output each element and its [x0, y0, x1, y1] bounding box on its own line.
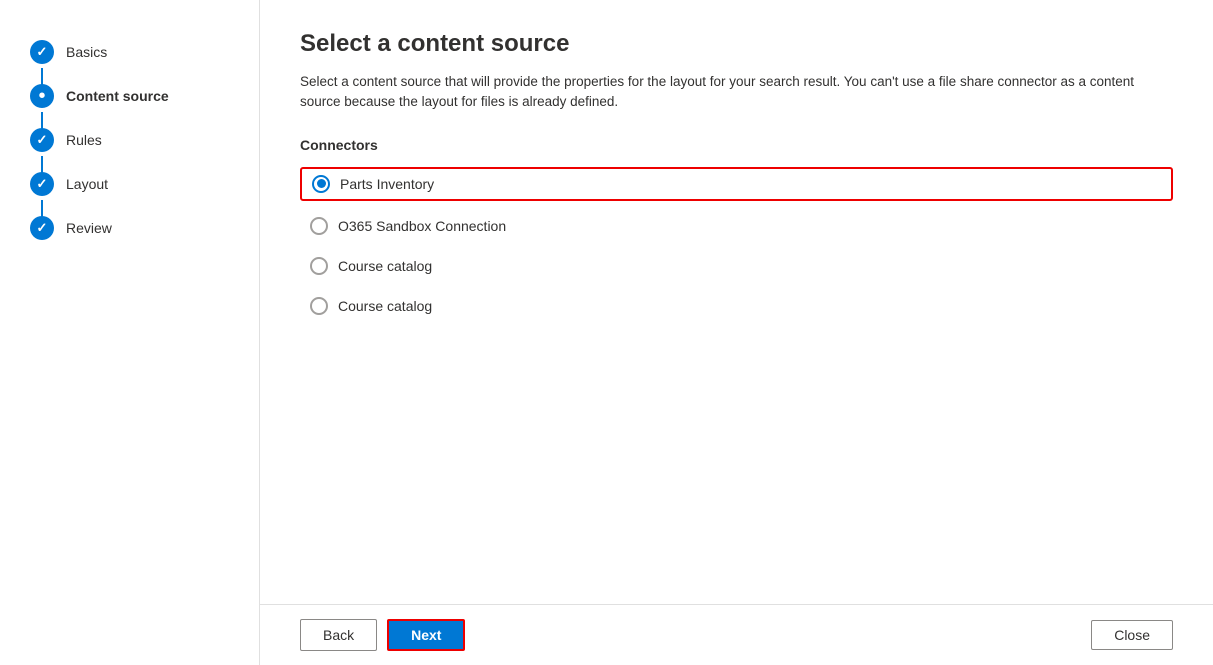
close-button[interactable]: Close — [1091, 620, 1173, 650]
sidebar-step-content-source[interactable]: • Content source — [30, 74, 259, 118]
step-icon-rules: ✓ — [30, 128, 54, 152]
step-icon-layout: ✓ — [30, 172, 54, 196]
footer: Back Next Close — [260, 604, 1213, 665]
connectors-list: Parts Inventory O365 Sandbox Connection Co… — [300, 167, 1173, 321]
radio-course-catalog-2 — [310, 297, 328, 315]
sidebar-step-review[interactable]: ✓ Review — [30, 206, 259, 250]
connector-option-o365-sandbox[interactable]: O365 Sandbox Connection — [300, 211, 1173, 241]
connector-option-course-catalog-1[interactable]: Course catalog — [300, 251, 1173, 281]
connector-label-course-catalog-1: Course catalog — [338, 258, 432, 274]
step-icon-basics: ✓ — [30, 40, 54, 64]
step-icon-review: ✓ — [30, 216, 54, 240]
step-label-content-source: Content source — [66, 88, 169, 104]
step-label-layout: Layout — [66, 176, 108, 192]
footer-left: Back Next — [300, 619, 465, 651]
back-button[interactable]: Back — [300, 619, 377, 651]
connector-option-parts-inventory[interactable]: Parts Inventory — [300, 167, 1173, 201]
radio-o365-sandbox — [310, 217, 328, 235]
next-button[interactable]: Next — [387, 619, 465, 651]
sidebar: ✓ Basics • Content source ✓ Rules ✓ Layout ✓ Revi… — [0, 0, 260, 665]
page-title: Select a content source — [300, 30, 1173, 58]
connector-option-course-catalog-2[interactable]: Course catalog — [300, 291, 1173, 321]
sidebar-step-basics[interactable]: ✓ Basics — [30, 30, 259, 74]
sidebar-step-layout[interactable]: ✓ Layout — [30, 162, 259, 206]
step-icon-content-source: • — [30, 84, 54, 108]
radio-parts-inventory — [312, 175, 330, 193]
main-content: Select a content source Select a content… — [260, 0, 1213, 604]
radio-course-catalog-1 — [310, 257, 328, 275]
page-description: Select a content source that will provid… — [300, 72, 1160, 113]
step-label-rules: Rules — [66, 132, 102, 148]
connectors-label: Connectors — [300, 137, 1173, 153]
step-label-basics: Basics — [66, 44, 107, 60]
step-label-review: Review — [66, 220, 112, 236]
sidebar-step-rules[interactable]: ✓ Rules — [30, 118, 259, 162]
connector-label-o365-sandbox: O365 Sandbox Connection — [338, 218, 506, 234]
connector-label-parts-inventory: Parts Inventory — [340, 176, 434, 192]
connector-label-course-catalog-2: Course catalog — [338, 298, 432, 314]
